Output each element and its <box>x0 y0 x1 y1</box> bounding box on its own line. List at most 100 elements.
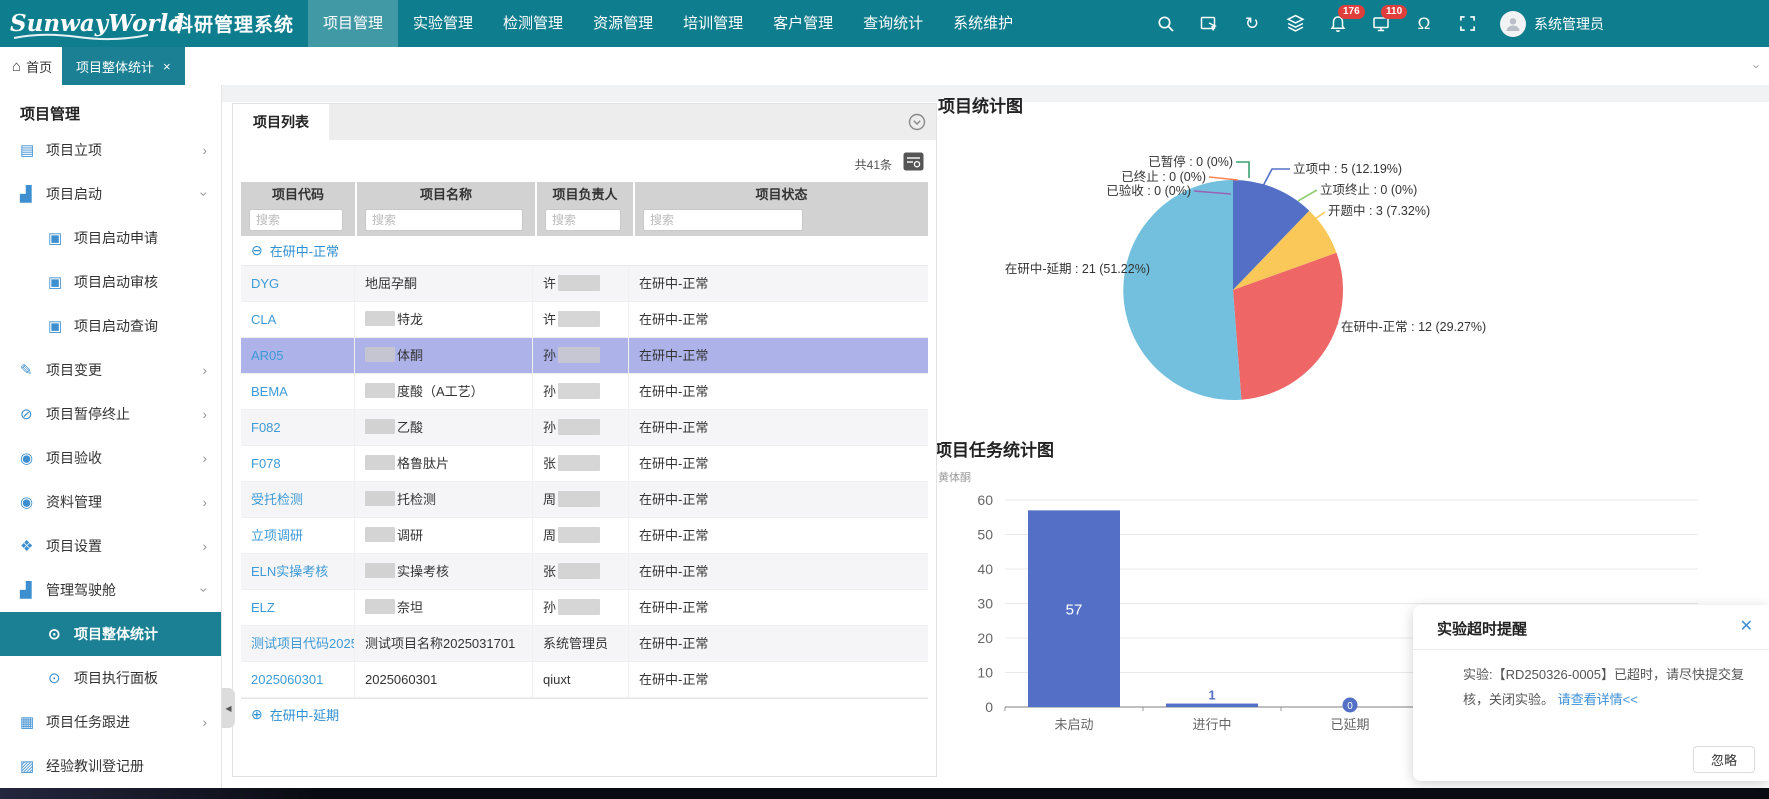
sidebar-item[interactable]: ✎项目变更› <box>0 348 221 392</box>
tab-project-overall-stats[interactable]: 项目整体统计 × <box>62 47 185 85</box>
popup-detail-link[interactable]: 请查看详情<< <box>1558 692 1638 707</box>
project-owner-cell: 孙 <box>533 338 629 373</box>
project-code-link[interactable]: AR05 <box>251 348 284 363</box>
nav-menu-item[interactable]: 查询统计 <box>848 0 938 47</box>
pie-label: 在研中-正常 : 12 (29.27%) <box>1341 319 1486 334</box>
redaction-blur <box>558 455 600 471</box>
sidebar-item[interactable]: ▨经验教训登记册 <box>0 744 221 788</box>
nav-menu-item[interactable]: 项目管理 <box>308 0 398 47</box>
sidebar-item[interactable]: ▟项目启动› <box>0 172 221 216</box>
project-status-cell: 在研中-正常 <box>629 446 928 481</box>
table-row[interactable]: DYG地屈孕酮许在研中-正常 <box>241 266 928 302</box>
table-row[interactable]: AR05体酮孙在研中-正常 <box>241 338 928 374</box>
collapse-group-icon[interactable]: ⊖ <box>251 242 263 259</box>
table-row[interactable]: BEMA度酸（A工艺）孙在研中-正常 <box>241 374 928 410</box>
nav-menu-item[interactable]: 培训管理 <box>668 0 758 47</box>
project-code-link[interactable]: CLA <box>251 312 276 327</box>
project-change-icon: ✎ <box>20 361 46 379</box>
nav-menu-item[interactable]: 资源管理 <box>578 0 668 47</box>
table-row[interactable]: 受托检测托检测周在研中-正常 <box>241 482 928 518</box>
column-search-input[interactable] <box>643 209 803 231</box>
popup-dismiss-button[interactable]: 忽略 <box>1693 746 1755 773</box>
sidebar-item[interactable]: ▦项目任务跟进› <box>0 700 221 744</box>
layers-icon[interactable] <box>1285 14 1305 34</box>
project-status-cell: 在研中-正常 <box>629 626 928 661</box>
fullscreen-icon[interactable] <box>1457 14 1477 34</box>
chevron-right-icon: › <box>202 362 207 378</box>
column-search-input[interactable] <box>249 209 343 231</box>
project-code-link[interactable]: 受托检测 <box>251 492 303 507</box>
tab-close-icon[interactable]: × <box>163 59 171 74</box>
search-icon[interactable] <box>1156 14 1176 34</box>
sidebar-item[interactable]: ⊙项目执行面板 <box>0 656 221 700</box>
project-code-link[interactable]: BEMA <box>251 384 288 399</box>
panel-tab-project-list[interactable]: 项目列表 <box>233 104 329 140</box>
column-search-input[interactable] <box>365 209 523 231</box>
chart-text: 已延期 <box>1330 717 1369 732</box>
group-row-in-progress-normal[interactable]: ⊖ 在研中-正常 <box>241 236 928 266</box>
nav-menu-item[interactable]: 客户管理 <box>758 0 848 47</box>
redaction-blur <box>365 455 395 470</box>
project-status-cell: 在研中-正常 <box>629 662 928 697</box>
table-settings-icon[interactable] <box>903 152 924 176</box>
expand-group-icon[interactable]: ⊕ <box>251 706 263 723</box>
table-row[interactable]: ELZ奈坦孙在研中-正常 <box>241 590 928 626</box>
sidebar-item[interactable]: ▣项目启动审核 <box>0 260 221 304</box>
sidebar-item[interactable]: ▣项目启动查询 <box>0 304 221 348</box>
sidebar-item[interactable]: ◉项目验收› <box>0 436 221 480</box>
sidebar-item[interactable]: ▤项目立项› <box>0 128 221 172</box>
project-code-link[interactable]: 2025060301 <box>251 672 323 687</box>
project-code-link[interactable]: F078 <box>251 456 281 471</box>
column-search-input[interactable] <box>545 209 621 231</box>
table-row[interactable]: 立项调研调研周在研中-正常 <box>241 518 928 554</box>
table-row[interactable]: F082乙酸孙在研中-正常 <box>241 410 928 446</box>
project-code-cell: 受托检测 <box>241 482 355 517</box>
nav-menu-item[interactable]: 实验管理 <box>398 0 488 47</box>
bell-icon[interactable]: 176 <box>1328 14 1348 34</box>
company-logo: SunwayWorld <box>10 10 160 37</box>
sidebar-item[interactable]: ▣项目启动申请 <box>0 216 221 260</box>
document-management-icon: ◉ <box>20 493 46 511</box>
project-code-link[interactable]: ELZ <box>251 600 275 615</box>
nav-menu-item[interactable]: 系统维护 <box>938 0 1028 47</box>
project-code-link[interactable]: 立项调研 <box>251 528 303 543</box>
sidebar-item-label: 项目立项 <box>46 140 202 160</box>
sidebar-item[interactable]: ◉资料管理› <box>0 480 221 524</box>
panel-collapse-icon[interactable] <box>908 113 926 131</box>
project-name-cell: 度酸（A工艺） <box>355 374 533 409</box>
approval-panel-icon[interactable] <box>1199 14 1219 34</box>
redaction-blur <box>365 419 395 434</box>
sidebar-item[interactable]: ⊙项目整体统计 <box>0 612 221 656</box>
sidebar-collapse-handle[interactable]: ◀ <box>222 688 235 728</box>
group-row-in-progress-delayed[interactable]: ⊕ 在研中-延期 <box>241 698 928 730</box>
sidebar-item-label: 项目启动查询 <box>74 316 207 336</box>
sidebar-item[interactable]: ⊘项目暂停终止› <box>0 392 221 436</box>
project-code-link[interactable]: ELN实操考核 <box>251 564 328 579</box>
tab-home[interactable]: ⌂ 首页 <box>12 47 52 85</box>
sidebar-item[interactable]: ▟管理驾驶舱› <box>0 568 221 612</box>
project-code-link[interactable]: DYG <box>251 276 279 291</box>
nav-menu-item[interactable]: 检测管理 <box>488 0 578 47</box>
table-row[interactable]: F078格鲁肽片张在研中-正常 <box>241 446 928 482</box>
popup-close-icon[interactable]: ✕ <box>1740 616 1753 636</box>
table-row[interactable]: CLA特龙许在研中-正常 <box>241 302 928 338</box>
refresh-icon[interactable]: ↻ <box>1242 14 1262 34</box>
project-code-cell: ELZ <box>241 590 355 625</box>
tabbar-chevron-down-icon[interactable]: › <box>1749 64 1764 68</box>
omega-icon[interactable]: Ω <box>1414 14 1434 34</box>
sidebar-item[interactable]: ❖项目设置› <box>0 524 221 568</box>
user-menu[interactable]: 系统管理员 <box>1500 11 1604 37</box>
bar-chart-title: 项目任务统计图 <box>935 436 1054 461</box>
pie-label: 开题中 : 3 (7.32%) <box>1328 203 1430 218</box>
table-row[interactable]: 测试项目代码20250317...测试项目名称2025031701系统管理员在研… <box>241 626 928 662</box>
monitor-message-icon[interactable]: 110 <box>1371 14 1391 34</box>
sidebar-item-label: 项目启动申请 <box>74 228 207 248</box>
search-cell <box>635 208 928 236</box>
project-name-cell: 乙酸 <box>355 410 533 445</box>
table-row[interactable]: 20250603012025060301qiuxt在研中-正常 <box>241 662 928 698</box>
project-code-link[interactable]: F082 <box>251 420 281 435</box>
overall-stats-icon: ⊙ <box>48 625 74 643</box>
table-row[interactable]: ELN实操考核实操考核张在研中-正常 <box>241 554 928 590</box>
panel-toolbar: 共41条 <box>233 140 936 182</box>
project-code-link[interactable]: 测试项目代码20250317... <box>251 636 355 651</box>
